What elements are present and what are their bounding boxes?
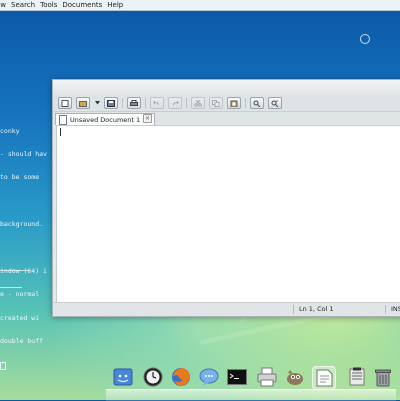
toolbar-separator (186, 98, 187, 108)
undo-icon (153, 100, 159, 105)
firefox-icon[interactable] (170, 366, 192, 388)
save-icon (107, 99, 115, 107)
wallpaper-swirl (360, 34, 370, 44)
conky-bar (0, 287, 22, 288)
terminal-icon[interactable] (226, 366, 248, 388)
document-icon (59, 114, 67, 125)
conky-line: to be some (0, 173, 40, 182)
conky-line: created wi (0, 313, 40, 322)
text-caret (60, 128, 61, 136)
conky-line: conky (0, 126, 20, 135)
folder-icon (79, 100, 87, 107)
dock (92, 364, 396, 401)
toolbar-separator (145, 98, 146, 108)
conky-bar (0, 270, 30, 271)
cut-button[interactable] (191, 97, 205, 109)
conky-line (0, 245, 60, 253)
conky-output: conky - should hav to be some background… (0, 112, 60, 378)
conky-line: background. (0, 220, 44, 229)
status-bar: Ln 1, Col 1 INS (53, 302, 400, 316)
trash-icon[interactable] (372, 366, 394, 388)
close-tab-button[interactable]: × (143, 114, 152, 123)
redo-icon (173, 100, 179, 105)
conky-cursor (0, 361, 60, 371)
document-tab-strip: Unsaved Document 1 × (53, 112, 400, 125)
open-button[interactable] (76, 97, 90, 109)
tab-unsaved-document[interactable]: Unsaved Document 1 (55, 113, 155, 125)
document-text-area[interactable] (56, 125, 400, 304)
save-button[interactable] (104, 97, 118, 109)
menu-help[interactable]: Help (105, 0, 126, 10)
status-separator (385, 305, 386, 314)
clipboard-icon (230, 100, 238, 107)
new-document-icon (61, 99, 69, 107)
find-button[interactable] (250, 97, 264, 109)
paste-button[interactable] (227, 97, 241, 109)
open-recent-dropdown[interactable] (94, 98, 100, 108)
copy-icon (212, 99, 220, 107)
text-editor-icon[interactable] (312, 366, 336, 390)
editor-toolbar (53, 95, 400, 112)
menu-bar: ew Search Tools Documents Help (0, 0, 400, 11)
text-cursor-icon (0, 361, 6, 370)
notes-icon[interactable] (346, 366, 368, 388)
undo-button[interactable] (150, 97, 164, 109)
finder-icon[interactable] (112, 366, 134, 388)
conky-line (0, 198, 60, 206)
scissors-icon (194, 99, 202, 107)
gimp-icon[interactable] (284, 366, 306, 388)
conky-line: double buff (0, 337, 44, 346)
redo-button[interactable] (168, 97, 182, 109)
conky-line: - should hav (0, 149, 47, 158)
conky-line: e - normal (0, 290, 40, 299)
print-button[interactable] (127, 97, 141, 109)
find-replace-button[interactable] (268, 97, 282, 109)
window-titlebar[interactable] (53, 80, 400, 95)
search-icon (253, 100, 261, 107)
menu-search[interactable]: Search (9, 0, 38, 10)
printer-icon (130, 99, 138, 106)
insert-mode: INS (391, 305, 400, 313)
toolbar-separator (245, 98, 246, 108)
text-editor-window: Unsaved Document 1 × Ln 1, Col 1 INS (52, 79, 400, 317)
new-document-button[interactable] (58, 97, 72, 109)
find-replace-icon (271, 100, 279, 107)
printer-icon[interactable] (256, 366, 278, 388)
menu-documents[interactable]: Documents (60, 0, 105, 10)
status-separator (293, 305, 294, 314)
dock-shelf (106, 389, 396, 401)
menu-tools[interactable]: Tools (38, 0, 60, 10)
chevron-down-icon (94, 101, 100, 105)
clock-icon[interactable] (142, 366, 164, 388)
menu-view[interactable]: ew (0, 0, 9, 10)
tab-label: Unsaved Document 1 (70, 115, 141, 124)
cursor-position: Ln 1, Col 1 (299, 305, 334, 313)
copy-button[interactable] (209, 97, 223, 109)
toolbar-separator (122, 98, 123, 108)
chat-bubble-icon[interactable] (198, 366, 220, 388)
